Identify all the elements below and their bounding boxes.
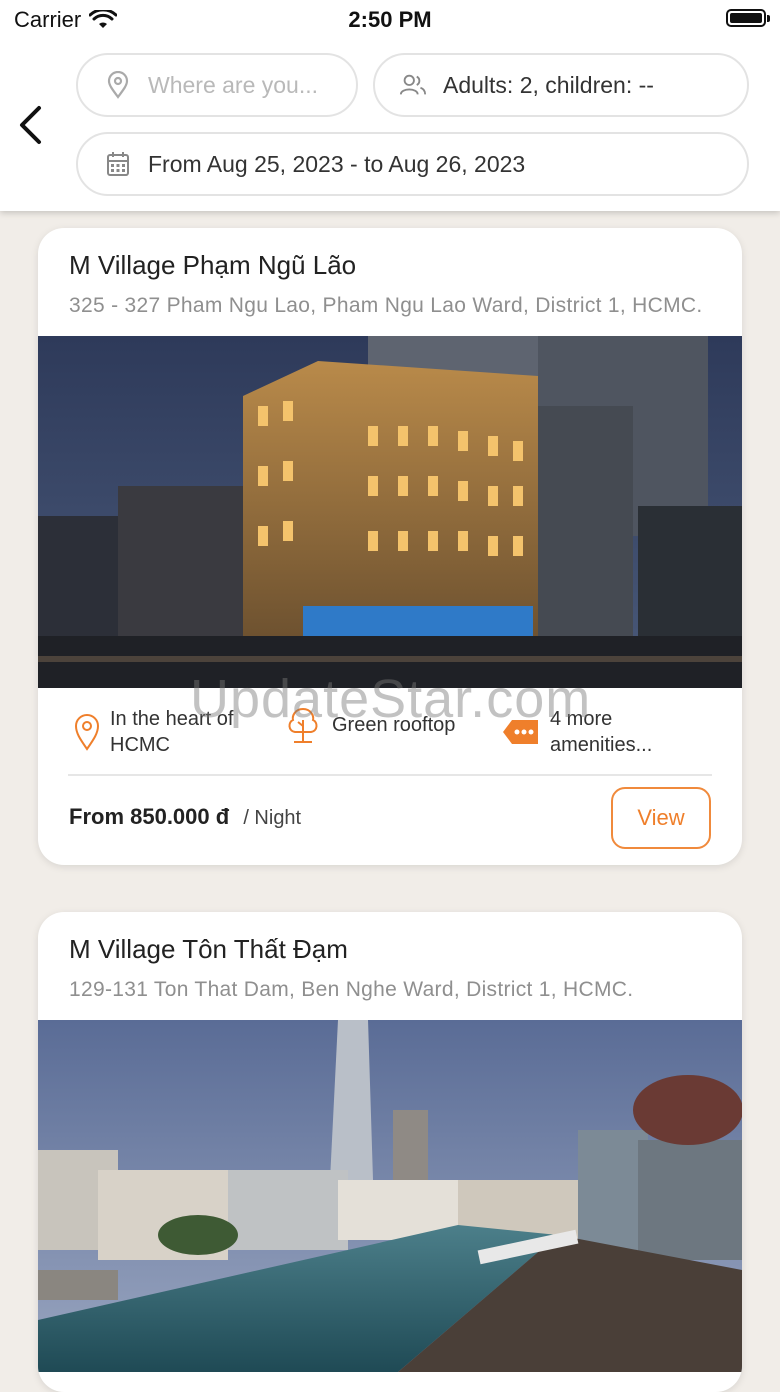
hotel-photo <box>38 1020 742 1372</box>
calendar-icon <box>104 150 132 178</box>
clock: 2:50 PM <box>348 7 432 32</box>
watermark: UpdateStar.com <box>190 669 592 729</box>
hotel-name: M Village Phạm Ngũ Lão <box>69 250 357 280</box>
hotel-address: 325 - 327 Pham Ngu Lao, Pham Ngu Lao War… <box>69 294 703 317</box>
price-value: From 850.000 đ <box>69 804 230 829</box>
hotel-photo <box>38 336 742 688</box>
status-bar: Carrier 2:50 PM <box>0 0 780 40</box>
price-unit: / Night <box>243 807 302 829</box>
location-pin-icon <box>104 71 132 99</box>
guests-value: Adults: 2, children: -- <box>443 71 654 98</box>
location-pin-icon <box>74 713 100 751</box>
hotel-card[interactable]: M Village Tôn Thất Đạm 129-131 Ton That … <box>38 912 742 1392</box>
battery-icon <box>726 9 770 27</box>
destination-input[interactable] <box>148 71 348 99</box>
hotel-name: M Village Tôn Thất Đạm <box>69 934 348 964</box>
chevron-left-icon <box>20 106 41 144</box>
date-range-field[interactable]: From Aug 25, 2023 - to Aug 26, 2023 <box>76 132 749 196</box>
view-button[interactable]: View <box>611 787 711 849</box>
back-button[interactable] <box>10 100 50 150</box>
hotel-card[interactable]: M Village Phạm Ngũ Lão 325 - 327 Pham Ng… <box>38 228 742 865</box>
hotel-address: 129-131 Ton That Dam, Ben Nghe Ward, Dis… <box>69 978 634 1001</box>
destination-field[interactable] <box>76 53 358 117</box>
date-range-value: From Aug 25, 2023 - to Aug 26, 2023 <box>148 150 526 177</box>
users-icon <box>399 71 427 99</box>
price: From 850.000 đ / Night <box>69 804 301 830</box>
search-header: Carrier 2:50 PM Where are you... Adults:… <box>0 0 780 211</box>
guests-field[interactable]: Adults: 2, children: -- <box>373 53 749 117</box>
divider <box>68 774 712 776</box>
